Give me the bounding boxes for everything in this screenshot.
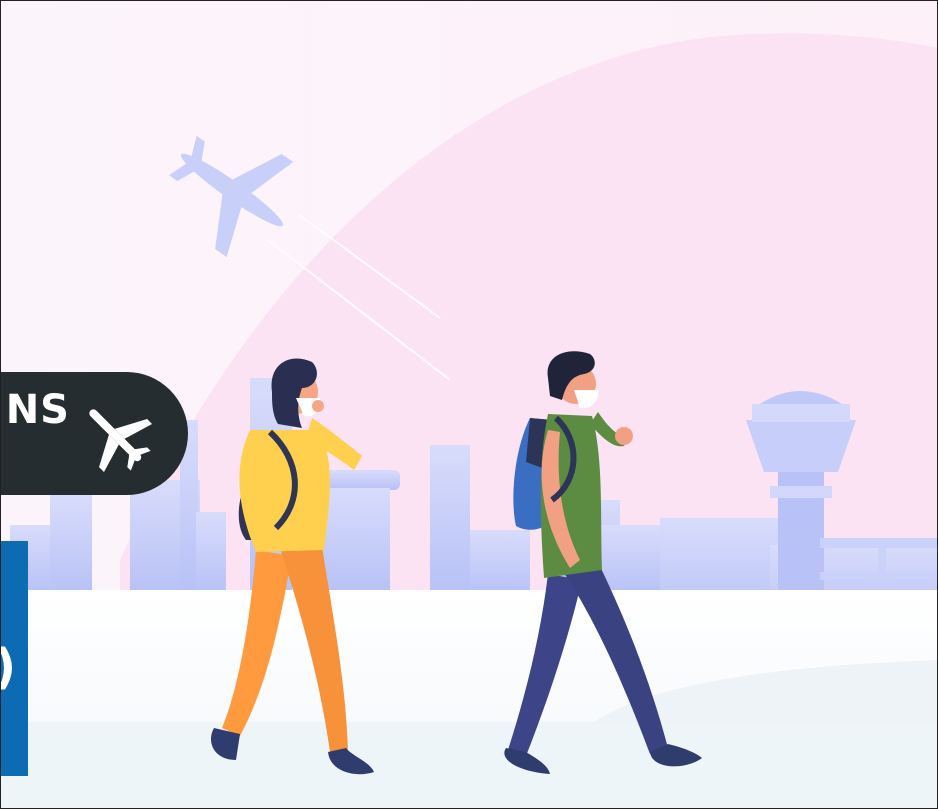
banner-text: NS [5,387,70,433]
airport-travel-illustration: NS ) [0,0,938,809]
panel-text: ) [0,639,16,695]
airplane [169,135,294,258]
floor [0,722,938,809]
blue-info-panel: ) [0,541,28,776]
airplane-icon [89,409,153,473]
